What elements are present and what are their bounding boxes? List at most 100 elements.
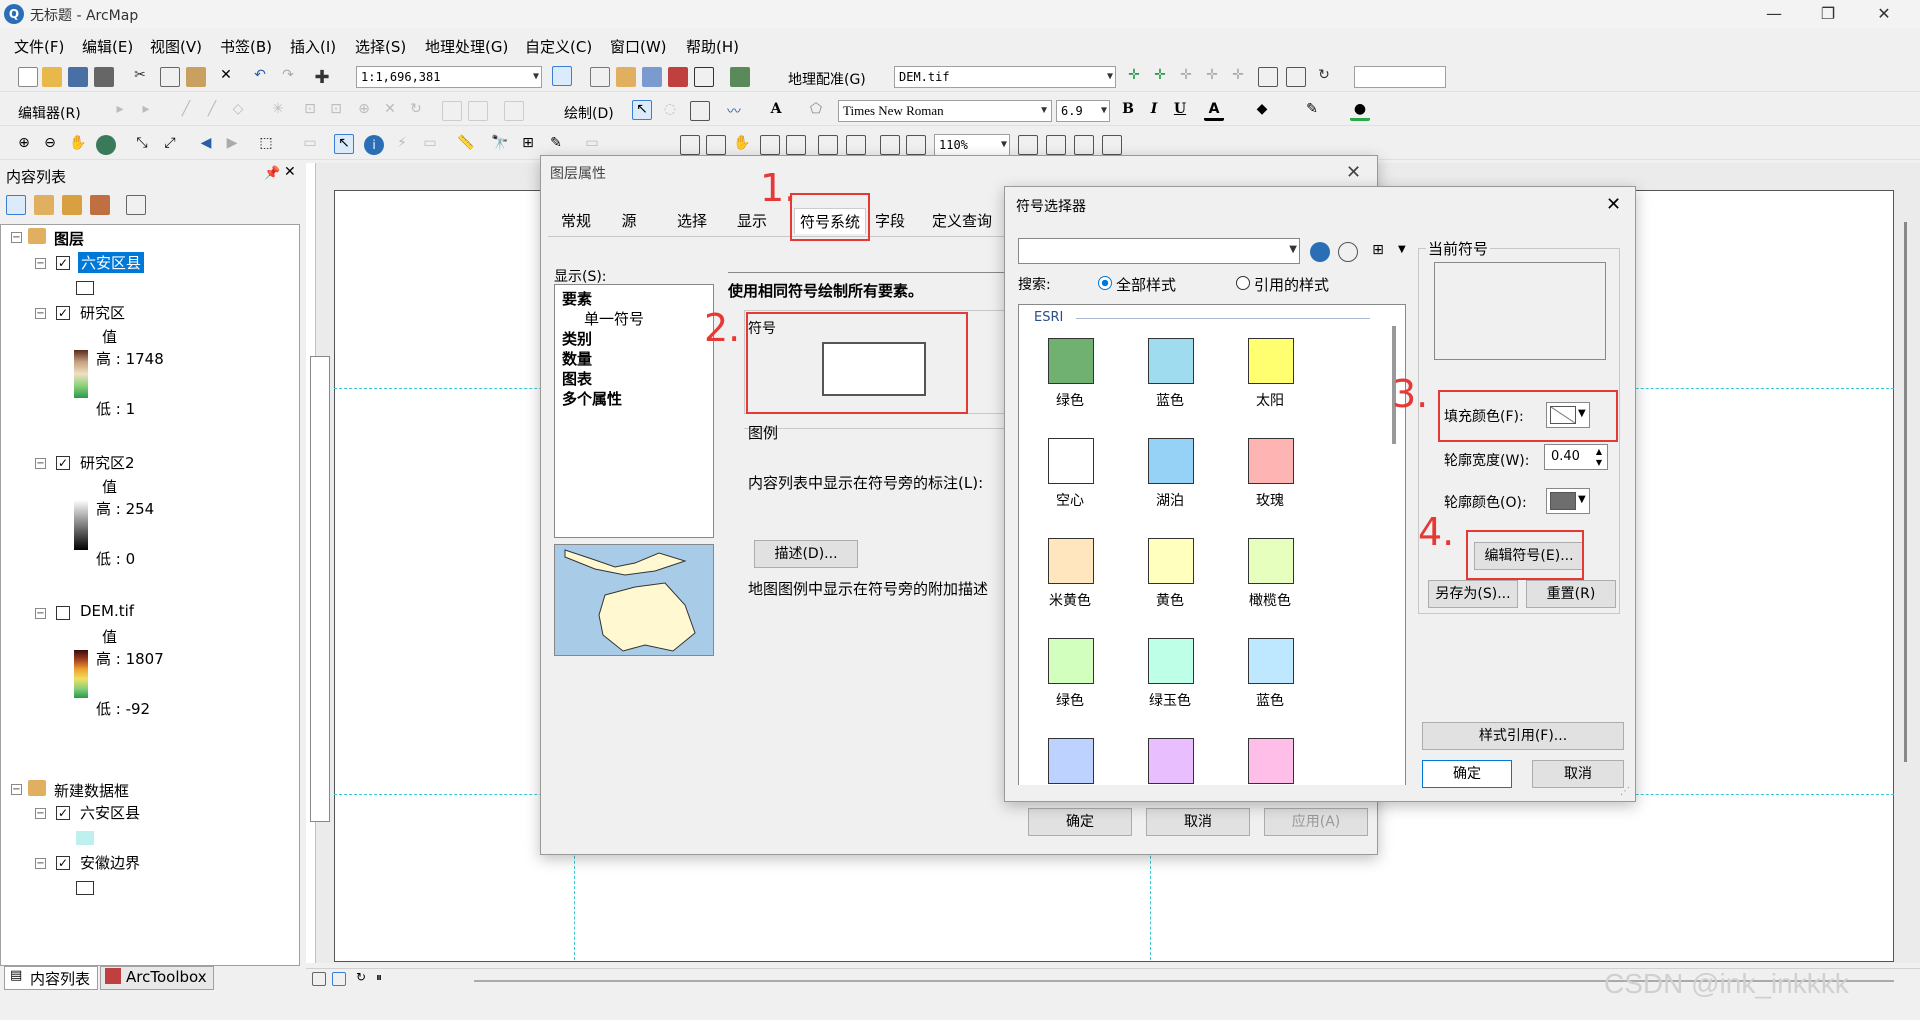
attributes-icon[interactable]: [442, 101, 462, 121]
add-control-points-icon[interactable]: ✛: [1124, 67, 1144, 87]
forward-layout-icon[interactable]: [906, 135, 926, 155]
toc-close-icon[interactable]: ✕: [284, 164, 296, 180]
text-icon[interactable]: A: [766, 101, 786, 121]
show-item-charts[interactable]: 图表: [562, 368, 592, 389]
rotate-icon[interactable]: ↻: [1314, 67, 1334, 87]
zoom-in-icon[interactable]: ⊕: [14, 135, 34, 155]
symbol-swatch[interactable]: [1248, 438, 1294, 484]
layout-zoom-combo[interactable]: 110% ▼: [934, 134, 1010, 156]
sketch-properties-icon[interactable]: [468, 101, 488, 121]
style-references-button[interactable]: 样式引用(F)...: [1422, 722, 1624, 750]
end-point-arc-icon[interactable]: ╱: [202, 101, 222, 121]
symbol-swatch[interactable]: [1048, 438, 1094, 484]
layout-pan-icon[interactable]: ✋: [732, 135, 752, 155]
paste-icon[interactable]: [186, 67, 206, 87]
save-as-button[interactable]: 另存为(S)...: [1428, 580, 1518, 608]
layer-visibility-checkbox[interactable]: [56, 606, 70, 620]
change-layout-icon[interactable]: [1074, 135, 1094, 155]
toc-root-layers[interactable]: 图层: [54, 228, 84, 249]
list-by-visibility-icon[interactable]: [62, 195, 82, 215]
layer-visibility-checkbox[interactable]: ✓: [56, 456, 70, 470]
layer-props-ok-button[interactable]: 确定: [1028, 808, 1132, 836]
tab-display[interactable]: 显示: [732, 208, 772, 234]
straight-segment-icon[interactable]: ╱: [176, 101, 196, 121]
clear-selection-icon[interactable]: ▭: [300, 135, 320, 155]
route-icon[interactable]: ⊞: [518, 135, 538, 155]
python-icon[interactable]: [694, 67, 714, 87]
search-icon[interactable]: [1310, 242, 1330, 262]
georef-layer-combo[interactable]: DEM.tif ▼: [894, 66, 1116, 88]
reset-button[interactable]: 重置(R): [1526, 580, 1616, 608]
toggle-draft-icon[interactable]: [1018, 135, 1038, 155]
tab-definition-query[interactable]: 定义查询: [930, 208, 994, 234]
symbol-swatch[interactable]: [1048, 638, 1094, 684]
fixed-zoom-in-icon[interactable]: ⤡: [132, 135, 152, 155]
collapse-icon[interactable]: −: [35, 808, 46, 819]
clear-search-icon[interactable]: [1338, 242, 1358, 262]
show-item-multiple-attributes[interactable]: 多个属性: [562, 388, 622, 409]
color-ramp[interactable]: [74, 350, 88, 398]
zoom-out-icon[interactable]: ⊖: [40, 135, 60, 155]
symbol-swatch[interactable]: [1148, 638, 1194, 684]
bold-button[interactable]: B: [1118, 101, 1138, 121]
back-layout-icon[interactable]: [880, 135, 900, 155]
layer-visibility-checkbox[interactable]: ✓: [56, 256, 70, 270]
model-builder-icon[interactable]: [730, 67, 750, 87]
tab-selection[interactable]: 选择: [672, 208, 712, 234]
chevron-down-icon[interactable]: ▼: [1398, 244, 1406, 255]
layout-zoom-out-icon[interactable]: [706, 135, 726, 155]
layer-symbol-swatch[interactable]: [76, 881, 94, 895]
font-name-combo[interactable]: Times New Roman ▼: [838, 100, 1052, 122]
save-icon[interactable]: [68, 67, 88, 87]
add-data-icon[interactable]: ✚: [312, 67, 332, 88]
show-item-single-symbol[interactable]: 单一符号: [584, 308, 644, 329]
vertical-scrollbar[interactable]: [1904, 222, 1907, 762]
symbol-swatch[interactable]: [1248, 738, 1294, 784]
list-by-drawing-order-icon[interactable]: [6, 195, 26, 215]
open-icon[interactable]: [42, 67, 62, 87]
back-extent-icon[interactable]: ◀: [196, 135, 216, 155]
describe-button[interactable]: 描述(D)...: [754, 540, 858, 568]
reshape-icon[interactable]: ⊡: [326, 101, 346, 121]
collapse-icon[interactable]: −: [11, 784, 22, 795]
menu-edit[interactable]: 编辑(E): [82, 36, 133, 57]
dialog-close-icon[interactable]: ✕: [1346, 162, 1361, 183]
line-color-icon[interactable]: ✎: [1302, 101, 1322, 121]
callout-icon[interactable]: ⬠: [806, 101, 826, 121]
select-features-icon[interactable]: ⬚: [256, 135, 276, 155]
toc-layer-study-area[interactable]: 研究区: [80, 302, 125, 323]
toc-layer-liuan-2[interactable]: 六安区县: [80, 802, 140, 823]
zoom-to-link-icon[interactable]: ✛: [1202, 67, 1222, 87]
rotate-edit-icon[interactable]: ↻: [406, 101, 426, 121]
toc-layer-study-area-2[interactable]: 研究区2: [80, 452, 135, 473]
point-icon[interactable]: ✳: [268, 101, 288, 121]
copy-icon[interactable]: [160, 67, 180, 87]
georeferencing-menu[interactable]: 地理配准(G): [788, 69, 866, 89]
layer-visibility-checkbox[interactable]: ✓: [56, 856, 70, 870]
menu-customize[interactable]: 自定义(C): [525, 36, 592, 57]
spinner-icon[interactable]: ▲ ▼: [1592, 446, 1606, 468]
symbol-swatch[interactable]: [1148, 438, 1194, 484]
data-driven-pages-icon[interactable]: [1102, 135, 1122, 155]
hyperlink-icon[interactable]: ⚡: [392, 135, 412, 155]
show-item-quantities[interactable]: 数量: [562, 348, 592, 369]
fixed-zoom-out-layout-icon[interactable]: [846, 135, 866, 155]
print-icon[interactable]: [94, 67, 114, 87]
menu-select[interactable]: 选择(S): [355, 36, 406, 57]
show-item-categories[interactable]: 类别: [562, 328, 592, 349]
fill-color-icon[interactable]: ◆: [1252, 101, 1272, 121]
toc-layer-anhui[interactable]: 安徽边界: [80, 852, 140, 873]
selector-cancel-button[interactable]: 取消: [1532, 760, 1624, 788]
layer-visibility-checkbox[interactable]: ✓: [56, 806, 70, 820]
find-icon[interactable]: 🔭: [490, 135, 510, 155]
identify-icon[interactable]: i: [364, 135, 384, 155]
html-popup-icon[interactable]: ▭: [420, 135, 440, 155]
symbol-swatch[interactable]: [1248, 338, 1294, 384]
symbol-swatch[interactable]: [1048, 338, 1094, 384]
radio-referenced-styles[interactable]: [1236, 276, 1250, 290]
symbol-swatch[interactable]: [1148, 538, 1194, 584]
collapse-icon[interactable]: −: [35, 858, 46, 869]
fixed-zoom-in-layout-icon[interactable]: [818, 135, 838, 155]
list-by-selection-icon[interactable]: [90, 195, 110, 215]
close-icon[interactable]: ✕: [1862, 0, 1906, 28]
